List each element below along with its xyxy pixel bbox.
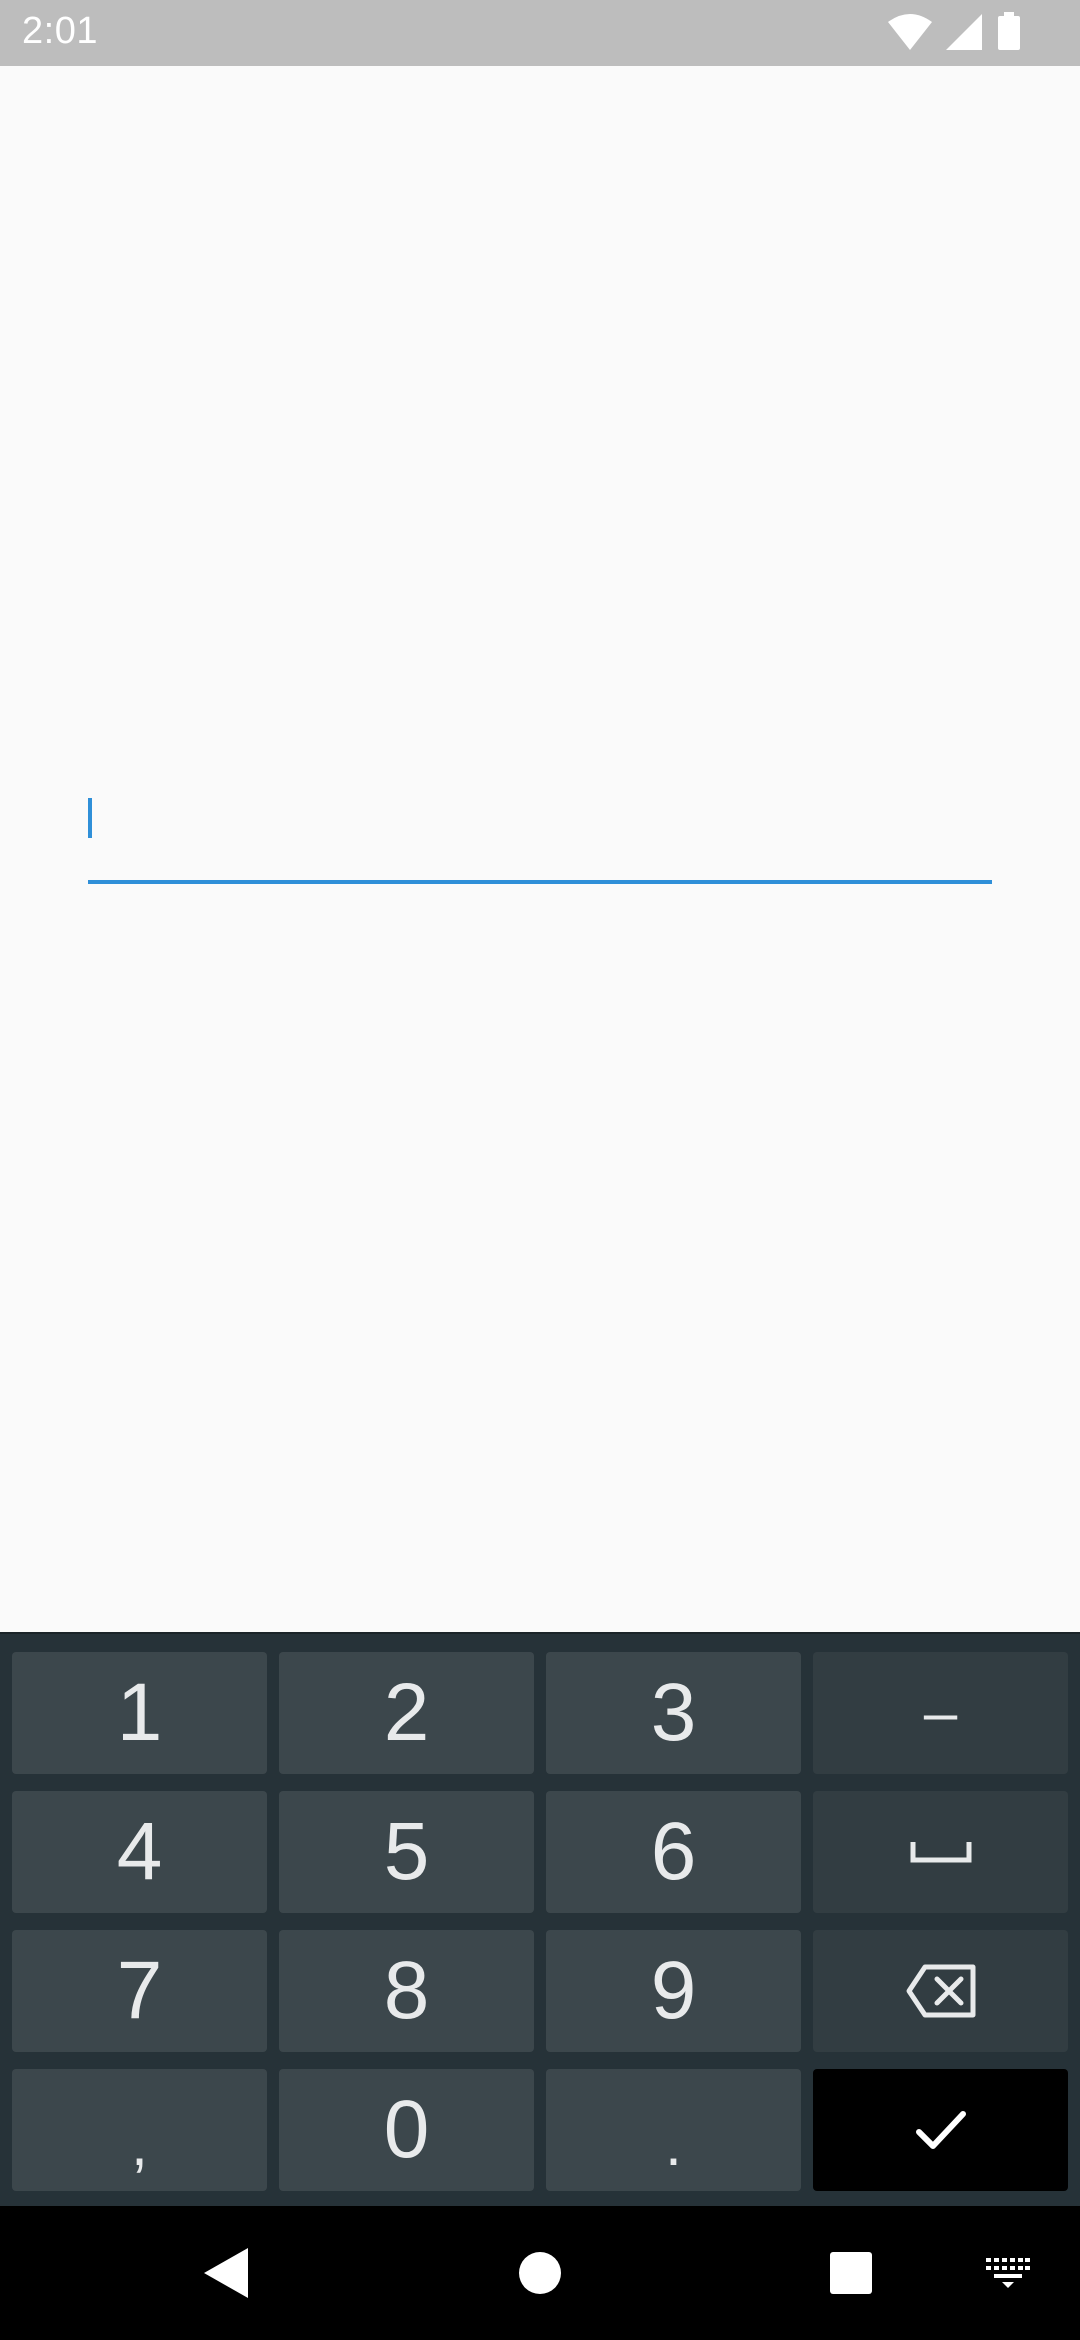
space-icon bbox=[910, 1842, 971, 1863]
numeric-keyboard: 1 2 3 – 4 5 6 7 8 9 , 0 . bbox=[0, 1632, 1080, 2206]
recents-icon[interactable] bbox=[830, 2252, 872, 2294]
check-icon bbox=[915, 2111, 966, 2149]
key-comma[interactable]: , bbox=[12, 2069, 267, 2191]
signal-icon bbox=[946, 14, 982, 50]
key-9-label: 9 bbox=[650, 1945, 697, 2036]
key-8-label: 8 bbox=[383, 1945, 430, 2036]
key-5-label: 5 bbox=[383, 1806, 430, 1897]
backspace-icon bbox=[906, 1964, 975, 2018]
wifi-icon bbox=[888, 14, 932, 50]
key-5[interactable]: 5 bbox=[279, 1791, 534, 1913]
key-space[interactable] bbox=[813, 1791, 1068, 1913]
battery-icon bbox=[998, 12, 1020, 50]
key-4[interactable]: 4 bbox=[12, 1791, 267, 1913]
text-cursor bbox=[88, 798, 92, 838]
key-7-label: 7 bbox=[116, 1945, 163, 2036]
key-comma-label: , bbox=[131, 2111, 148, 2178]
key-period[interactable]: . bbox=[546, 2069, 801, 2191]
content-area bbox=[0, 66, 1080, 1632]
key-9[interactable]: 9 bbox=[546, 1930, 801, 2052]
navigation-bar bbox=[0, 2206, 1080, 2340]
back-icon[interactable] bbox=[204, 2248, 248, 2298]
key-2-label: 2 bbox=[383, 1667, 430, 1758]
key-backspace[interactable] bbox=[813, 1930, 1068, 2052]
key-dash[interactable]: – bbox=[813, 1652, 1068, 1774]
text-input-underline bbox=[88, 880, 992, 884]
key-1[interactable]: 1 bbox=[12, 1652, 267, 1774]
home-icon[interactable] bbox=[519, 2252, 561, 2294]
screen: 2:01 1 2 3 – 4 5 6 7 8 9 , 0 . bbox=[0, 0, 1080, 2340]
status-time: 2:01 bbox=[22, 10, 98, 52]
key-done[interactable] bbox=[813, 2069, 1068, 2191]
key-6-label: 6 bbox=[650, 1806, 697, 1897]
keyboard-switch-icon[interactable] bbox=[986, 2258, 1030, 2288]
key-3-label: 3 bbox=[650, 1667, 697, 1758]
status-bar: 2:01 bbox=[0, 0, 1080, 66]
key-0-label: 0 bbox=[383, 2084, 430, 2175]
key-8[interactable]: 8 bbox=[279, 1930, 534, 2052]
key-1-label: 1 bbox=[116, 1667, 163, 1758]
key-6[interactable]: 6 bbox=[546, 1791, 801, 1913]
key-period-label: . bbox=[665, 2111, 682, 2178]
key-7[interactable]: 7 bbox=[12, 1930, 267, 2052]
key-3[interactable]: 3 bbox=[546, 1652, 801, 1774]
text-input[interactable] bbox=[88, 786, 992, 886]
key-dash-label: – bbox=[923, 1679, 958, 1746]
key-4-label: 4 bbox=[116, 1806, 163, 1897]
key-2[interactable]: 2 bbox=[279, 1652, 534, 1774]
key-0[interactable]: 0 bbox=[279, 2069, 534, 2191]
